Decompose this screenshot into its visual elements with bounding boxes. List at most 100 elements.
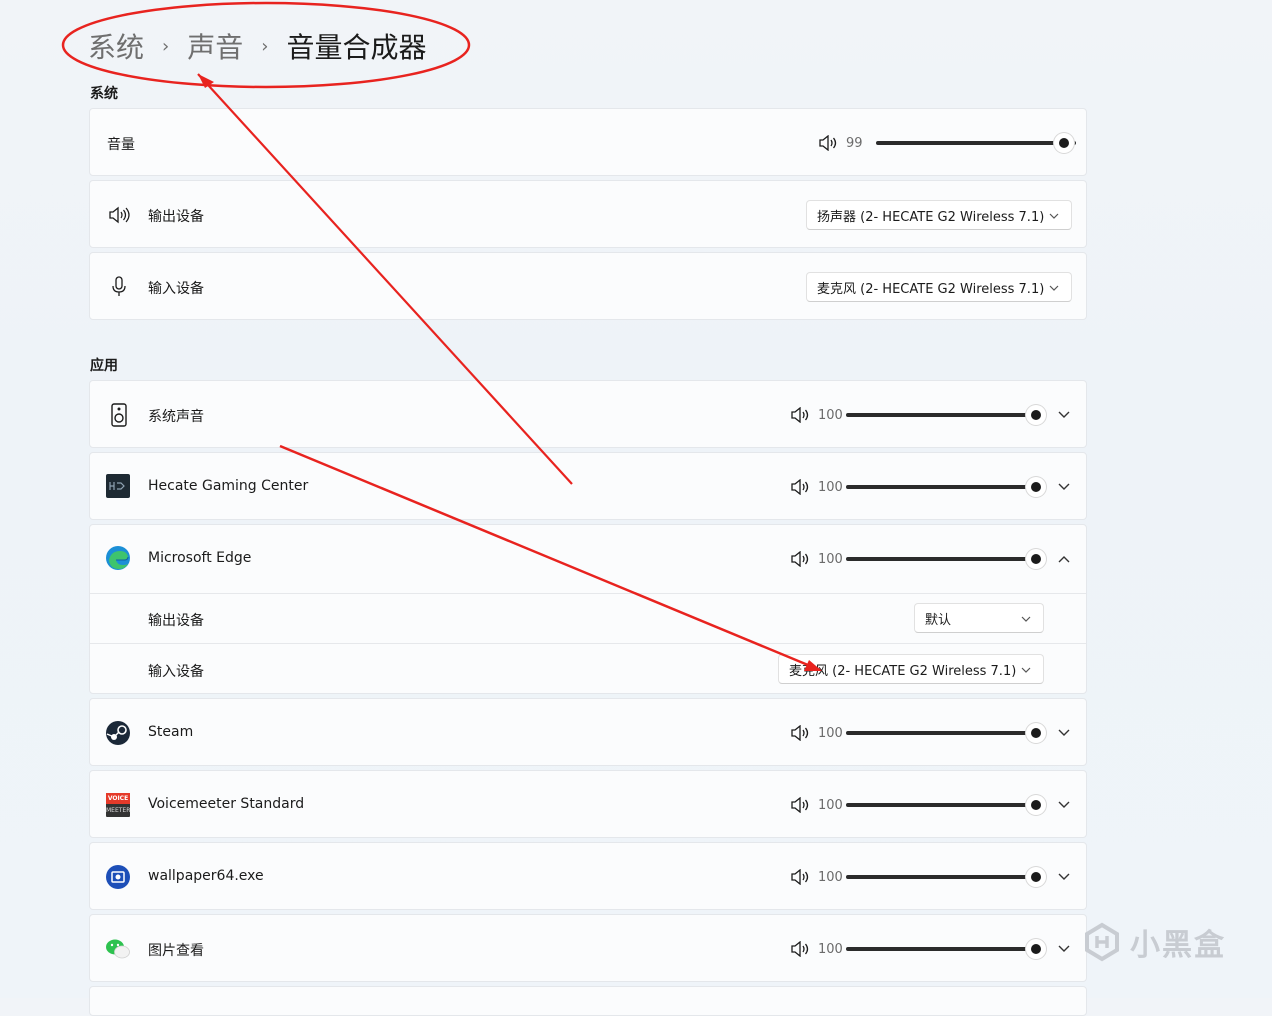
- microphone-icon: [106, 274, 132, 300]
- output-device-dropdown[interactable]: 扬声器 (2- HECATE G2 Wireless 7.1): [806, 200, 1072, 230]
- system-output-card: 输出设备 扬声器 (2- HECATE G2 Wireless 7.1): [89, 180, 1087, 248]
- app-input-dropdown[interactable]: 麦克风 (2- HECATE G2 Wireless 7.1): [778, 654, 1044, 684]
- chevron-down-icon: [1021, 616, 1031, 622]
- speaker-volume-icon[interactable]: [818, 135, 838, 151]
- breadcrumb-item-system[interactable]: 系统: [88, 26, 144, 66]
- edge-icon: [105, 545, 131, 571]
- app-output-value: 默认: [925, 612, 952, 628]
- app-volume-slider[interactable]: [846, 939, 1046, 959]
- app-card-wallpaper[interactable]: wallpaper64.exe 100: [89, 842, 1087, 910]
- watermark: 小黑盒: [1082, 920, 1226, 964]
- breadcrumb: 系统 › 声音 › 音量合成器: [88, 26, 426, 66]
- slider-thumb[interactable]: [1026, 477, 1046, 497]
- slider-thumb[interactable]: [1026, 867, 1046, 887]
- app-name: Microsoft Edge: [148, 550, 252, 566]
- chevron-down-icon: [1049, 213, 1059, 219]
- app-volume-slider[interactable]: [846, 867, 1046, 887]
- chevron-down-icon: [1021, 667, 1031, 673]
- wechat-icon: [105, 936, 131, 962]
- app-card-image-viewer[interactable]: 图片查看 100: [89, 914, 1087, 982]
- watermark-text: 小黑盒: [1130, 928, 1226, 963]
- volume-label: 音量: [107, 137, 135, 153]
- app-volume-slider[interactable]: [846, 477, 1046, 497]
- section-title-system: 系统: [90, 86, 118, 102]
- app-card-partial: [89, 986, 1087, 1016]
- watermark-logo-icon: [1085, 922, 1119, 962]
- breadcrumb-separator: ›: [261, 35, 269, 57]
- voicemeeter-icon: VOICE MEETER: [106, 793, 130, 817]
- app-card-edge[interactable]: Microsoft Edge 100 输出设备 默认 输入设备 麦克风 (2- …: [89, 524, 1087, 694]
- input-device-dropdown[interactable]: 麦克风 (2- HECATE G2 Wireless 7.1): [806, 272, 1072, 302]
- app-volume-control: 100: [790, 867, 1046, 887]
- app-card-voicemeeter[interactable]: VOICE MEETER Voicemeeter Standard 100: [89, 770, 1087, 838]
- volume-value: 100: [818, 869, 843, 885]
- speaker-device-icon: [106, 402, 132, 428]
- slider-thumb[interactable]: [1026, 795, 1046, 815]
- system-volume-control: 99: [818, 133, 1076, 153]
- chevron-down-icon[interactable]: [1057, 408, 1071, 422]
- slider-thumb[interactable]: [1026, 939, 1046, 959]
- page-title: 音量合成器: [286, 31, 427, 64]
- app-volume-slider[interactable]: [846, 795, 1046, 815]
- app-volume-control: 100: [790, 477, 1046, 497]
- volume-value: 100: [818, 797, 843, 813]
- speaker-volume-icon[interactable]: [790, 479, 810, 495]
- divider: [90, 643, 1086, 644]
- speaker-volume-icon[interactable]: [790, 797, 810, 813]
- volume-value: 100: [818, 551, 843, 567]
- volume-value: 100: [818, 479, 843, 495]
- app-input-label: 输入设备: [148, 664, 204, 680]
- app-volume-control: 100: [790, 723, 1046, 743]
- system-input-card: 输入设备 麦克风 (2- HECATE G2 Wireless 7.1): [89, 252, 1087, 320]
- app-card-system-sounds[interactable]: 系统声音 100: [89, 380, 1087, 448]
- slider-thumb[interactable]: [1026, 723, 1046, 743]
- volume-value: 100: [818, 407, 843, 423]
- volume-value: 100: [818, 941, 843, 957]
- app-volume-slider[interactable]: [846, 723, 1046, 743]
- section-title-apps: 应用: [90, 358, 118, 374]
- slider-thumb[interactable]: [1026, 405, 1046, 425]
- wallpaper-engine-icon: [105, 864, 131, 890]
- chevron-down-icon[interactable]: [1057, 942, 1071, 956]
- app-output-label: 输出设备: [148, 613, 204, 629]
- chevron-down-icon[interactable]: [1057, 726, 1071, 740]
- speaker-volume-icon[interactable]: [790, 551, 810, 567]
- breadcrumb-item-sound[interactable]: 声音: [187, 26, 243, 66]
- system-volume-slider[interactable]: [876, 133, 1076, 153]
- app-input-value: 麦克风 (2- HECATE G2 Wireless 7.1): [789, 663, 1017, 679]
- app-card-steam[interactable]: Steam 100: [89, 698, 1087, 766]
- output-device-label: 输出设备: [148, 209, 204, 225]
- app-name: Steam: [148, 724, 194, 740]
- app-volume-slider[interactable]: [846, 405, 1046, 425]
- app-output-dropdown[interactable]: 默认: [914, 603, 1044, 633]
- app-name: 图片查看: [148, 943, 204, 959]
- chevron-down-icon[interactable]: [1057, 798, 1071, 812]
- volume-value: 100: [818, 725, 843, 741]
- speaker-volume-icon[interactable]: [790, 725, 810, 741]
- volume-value: 99: [846, 135, 863, 151]
- speaker-volume-icon[interactable]: [790, 941, 810, 957]
- slider-thumb[interactable]: [1026, 549, 1046, 569]
- breadcrumb-separator: ›: [162, 35, 170, 57]
- slider-thumb[interactable]: [1054, 133, 1075, 153]
- system-volume-card: 音量 99: [89, 108, 1087, 176]
- chevron-down-icon[interactable]: [1057, 480, 1071, 494]
- annotation-arrowhead: [198, 74, 214, 88]
- app-volume-control: 100: [790, 405, 1046, 425]
- chevron-down-icon: [1049, 285, 1059, 291]
- input-device-value: 麦克风 (2- HECATE G2 Wireless 7.1): [817, 281, 1045, 297]
- speaker-icon: [106, 202, 132, 228]
- chevron-down-icon[interactable]: [1057, 870, 1071, 884]
- app-volume-control: 100: [790, 939, 1046, 959]
- speaker-volume-icon[interactable]: [790, 407, 810, 423]
- input-device-label: 输入设备: [148, 281, 204, 297]
- app-card-hecate[interactable]: Hecate Gaming Center 100: [89, 452, 1087, 520]
- voicemeeter-icon-text: MEETER: [106, 807, 131, 814]
- app-volume-slider[interactable]: [846, 549, 1046, 569]
- voicemeeter-icon-text: VOICE: [106, 793, 130, 804]
- app-name: Voicemeeter Standard: [148, 796, 305, 812]
- output-device-value: 扬声器 (2- HECATE G2 Wireless 7.1): [817, 209, 1045, 225]
- speaker-volume-icon[interactable]: [790, 869, 810, 885]
- app-volume-control: 100: [790, 549, 1046, 569]
- chevron-up-icon[interactable]: [1057, 552, 1071, 566]
